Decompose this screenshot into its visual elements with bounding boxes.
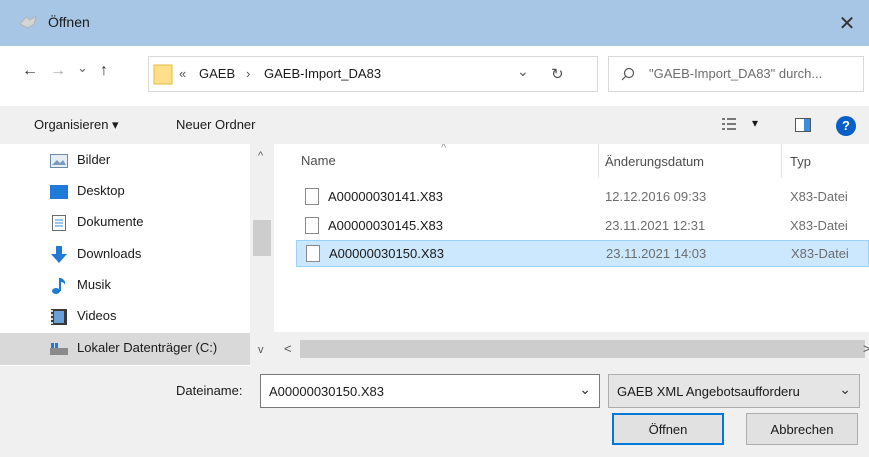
sidebar-item-downloads[interactable]: Downloads xyxy=(0,239,250,270)
sidebar-item-label: Dokumente xyxy=(77,214,144,229)
filename-value: A00000030150.X83 xyxy=(269,384,384,399)
sidebar-item-local-drive[interactable]: Lokaler Datenträger (C:) xyxy=(0,333,250,365)
filename-input[interactable]: A00000030150.X83 ⌄ xyxy=(260,374,600,408)
scroll-thumb[interactable] xyxy=(253,220,271,256)
sidebar-item-label: Musik xyxy=(77,277,111,292)
drive-icon xyxy=(50,343,68,355)
view-dropdown-icon: ▾ xyxy=(752,116,759,130)
file-list-hscrollbar[interactable]: < > xyxy=(274,332,869,366)
scroll-right-icon[interactable]: > xyxy=(863,341,869,356)
open-button[interactable]: Öffnen xyxy=(612,413,724,445)
preview-pane-icon[interactable] xyxy=(795,118,811,132)
sort-ascending-icon: ^ xyxy=(441,144,447,154)
command-toolbar: Organisieren ▾ Neuer Ordner ▾ ? xyxy=(0,106,869,144)
sidebar-item-dokumente[interactable]: Dokumente xyxy=(0,207,250,238)
view-details-icon xyxy=(722,118,736,130)
app-icon xyxy=(19,14,37,29)
new-folder-button[interactable]: Neuer Ordner xyxy=(176,117,255,132)
up-button[interactable]: ↑ xyxy=(100,62,108,80)
cancel-button[interactable]: Abbrechen xyxy=(746,413,858,445)
sidebar-item-label: Videos xyxy=(77,308,117,323)
breadcrumb-overflow[interactable]: « xyxy=(179,66,186,81)
sidebar-item-label: Downloads xyxy=(77,246,142,261)
close-icon: ✕ xyxy=(838,12,856,35)
title-bar: Öffnen ✕ xyxy=(0,0,869,46)
file-type: X83-Datei xyxy=(790,218,848,233)
sidebar-item-bilder[interactable]: Bilder xyxy=(0,145,250,176)
file-name: A00000030141.X83 xyxy=(328,189,443,204)
filetype-value: GAEB XML Angebotsaufforderu xyxy=(617,384,800,399)
column-header-name[interactable]: Name xyxy=(301,153,336,168)
navigation-pane: Bilder Desktop Dokumente Downloads Musik… xyxy=(0,144,274,366)
filetype-dropdown-icon: ⌄ xyxy=(839,381,851,397)
refresh-icon[interactable]: ↻ xyxy=(551,65,564,83)
music-icon xyxy=(52,278,66,294)
videos-icon xyxy=(51,309,67,325)
desktop-icon xyxy=(50,185,68,199)
file-row[interactable]: A00000030141.X83 12.12.2016 09:33 X83-Da… xyxy=(296,184,869,209)
file-row-selected[interactable]: A00000030150.X83 23.11.2021 14:03 X83-Da… xyxy=(296,240,869,267)
hscroll-thumb[interactable] xyxy=(300,340,865,358)
dialog-footer: Dateiname: A00000030150.X83 ⌄ GAEB XML A… xyxy=(0,366,869,457)
forward-button[interactable]: → xyxy=(50,62,66,80)
pictures-icon xyxy=(50,154,68,168)
address-bar[interactable]: « GAEB › GAEB-Import_DA83 ⌄ ↻ xyxy=(148,56,598,92)
sidebar-item-musik[interactable]: Musik xyxy=(0,270,250,301)
sidebar-item-label: Desktop xyxy=(77,183,125,198)
file-row[interactable]: A00000030145.X83 23.11.2021 12:31 X83-Da… xyxy=(296,213,869,238)
column-header-date[interactable]: Änderungsdatum xyxy=(605,154,704,169)
file-icon xyxy=(306,245,320,262)
file-icon xyxy=(305,217,319,234)
filetype-select[interactable]: GAEB XML Angebotsaufforderu ⌄ xyxy=(608,374,860,408)
filename-dropdown-icon[interactable]: ⌄ xyxy=(579,381,591,398)
file-name: A00000030145.X83 xyxy=(328,218,443,233)
column-divider[interactable] xyxy=(598,144,599,178)
organize-button[interactable]: Organisieren ▾ xyxy=(34,117,119,133)
file-type: X83-Datei xyxy=(790,189,848,204)
recent-locations-button[interactable]: ⌄ xyxy=(77,60,88,76)
file-date: 12.12.2016 09:33 xyxy=(605,189,707,204)
folder-icon xyxy=(153,64,173,85)
file-type: X83-Datei xyxy=(791,246,849,261)
back-button[interactable]: ← xyxy=(22,62,38,80)
search-icon xyxy=(621,67,635,81)
search-box[interactable]: "GAEB-Import_DA83" durch... xyxy=(608,56,864,92)
help-icon: ? xyxy=(842,118,850,133)
breadcrumb-item-current[interactable]: GAEB-Import_DA83 xyxy=(264,66,381,81)
scroll-down-icon[interactable]: v xyxy=(258,344,264,356)
documents-icon xyxy=(52,215,66,231)
view-options-button[interactable]: ▾ xyxy=(722,114,770,136)
address-dropdown-icon[interactable]: ⌄ xyxy=(517,63,529,80)
close-button[interactable]: ✕ xyxy=(825,0,869,46)
scroll-left-icon[interactable]: < xyxy=(284,341,292,356)
file-name: A00000030150.X83 xyxy=(329,246,444,261)
help-button[interactable]: ? xyxy=(836,116,856,136)
breadcrumb-item-gaeb[interactable]: GAEB xyxy=(199,66,235,81)
search-placeholder: "GAEB-Import_DA83" durch... xyxy=(649,66,823,81)
column-divider[interactable] xyxy=(781,144,782,178)
file-icon xyxy=(305,188,319,205)
sidebar-item-desktop[interactable]: Desktop xyxy=(0,176,250,207)
sidebar-item-videos[interactable]: Videos xyxy=(0,301,250,332)
scroll-up-icon[interactable]: ^ xyxy=(258,150,263,162)
sidebar-item-label: Bilder xyxy=(77,152,111,167)
column-header-type[interactable]: Typ xyxy=(790,154,811,169)
filename-label: Dateiname: xyxy=(176,383,243,398)
sidebar-item-label: Lokaler Datenträger (C:) xyxy=(77,340,218,355)
file-date: 23.11.2021 14:03 xyxy=(606,246,707,261)
breadcrumb-separator[interactable]: › xyxy=(246,66,250,81)
file-date: 23.11.2021 12:31 xyxy=(605,218,706,233)
sidebar-scrollbar[interactable]: ^ v xyxy=(250,144,274,366)
window-title: Öffnen xyxy=(48,14,90,30)
downloads-icon xyxy=(51,246,67,263)
